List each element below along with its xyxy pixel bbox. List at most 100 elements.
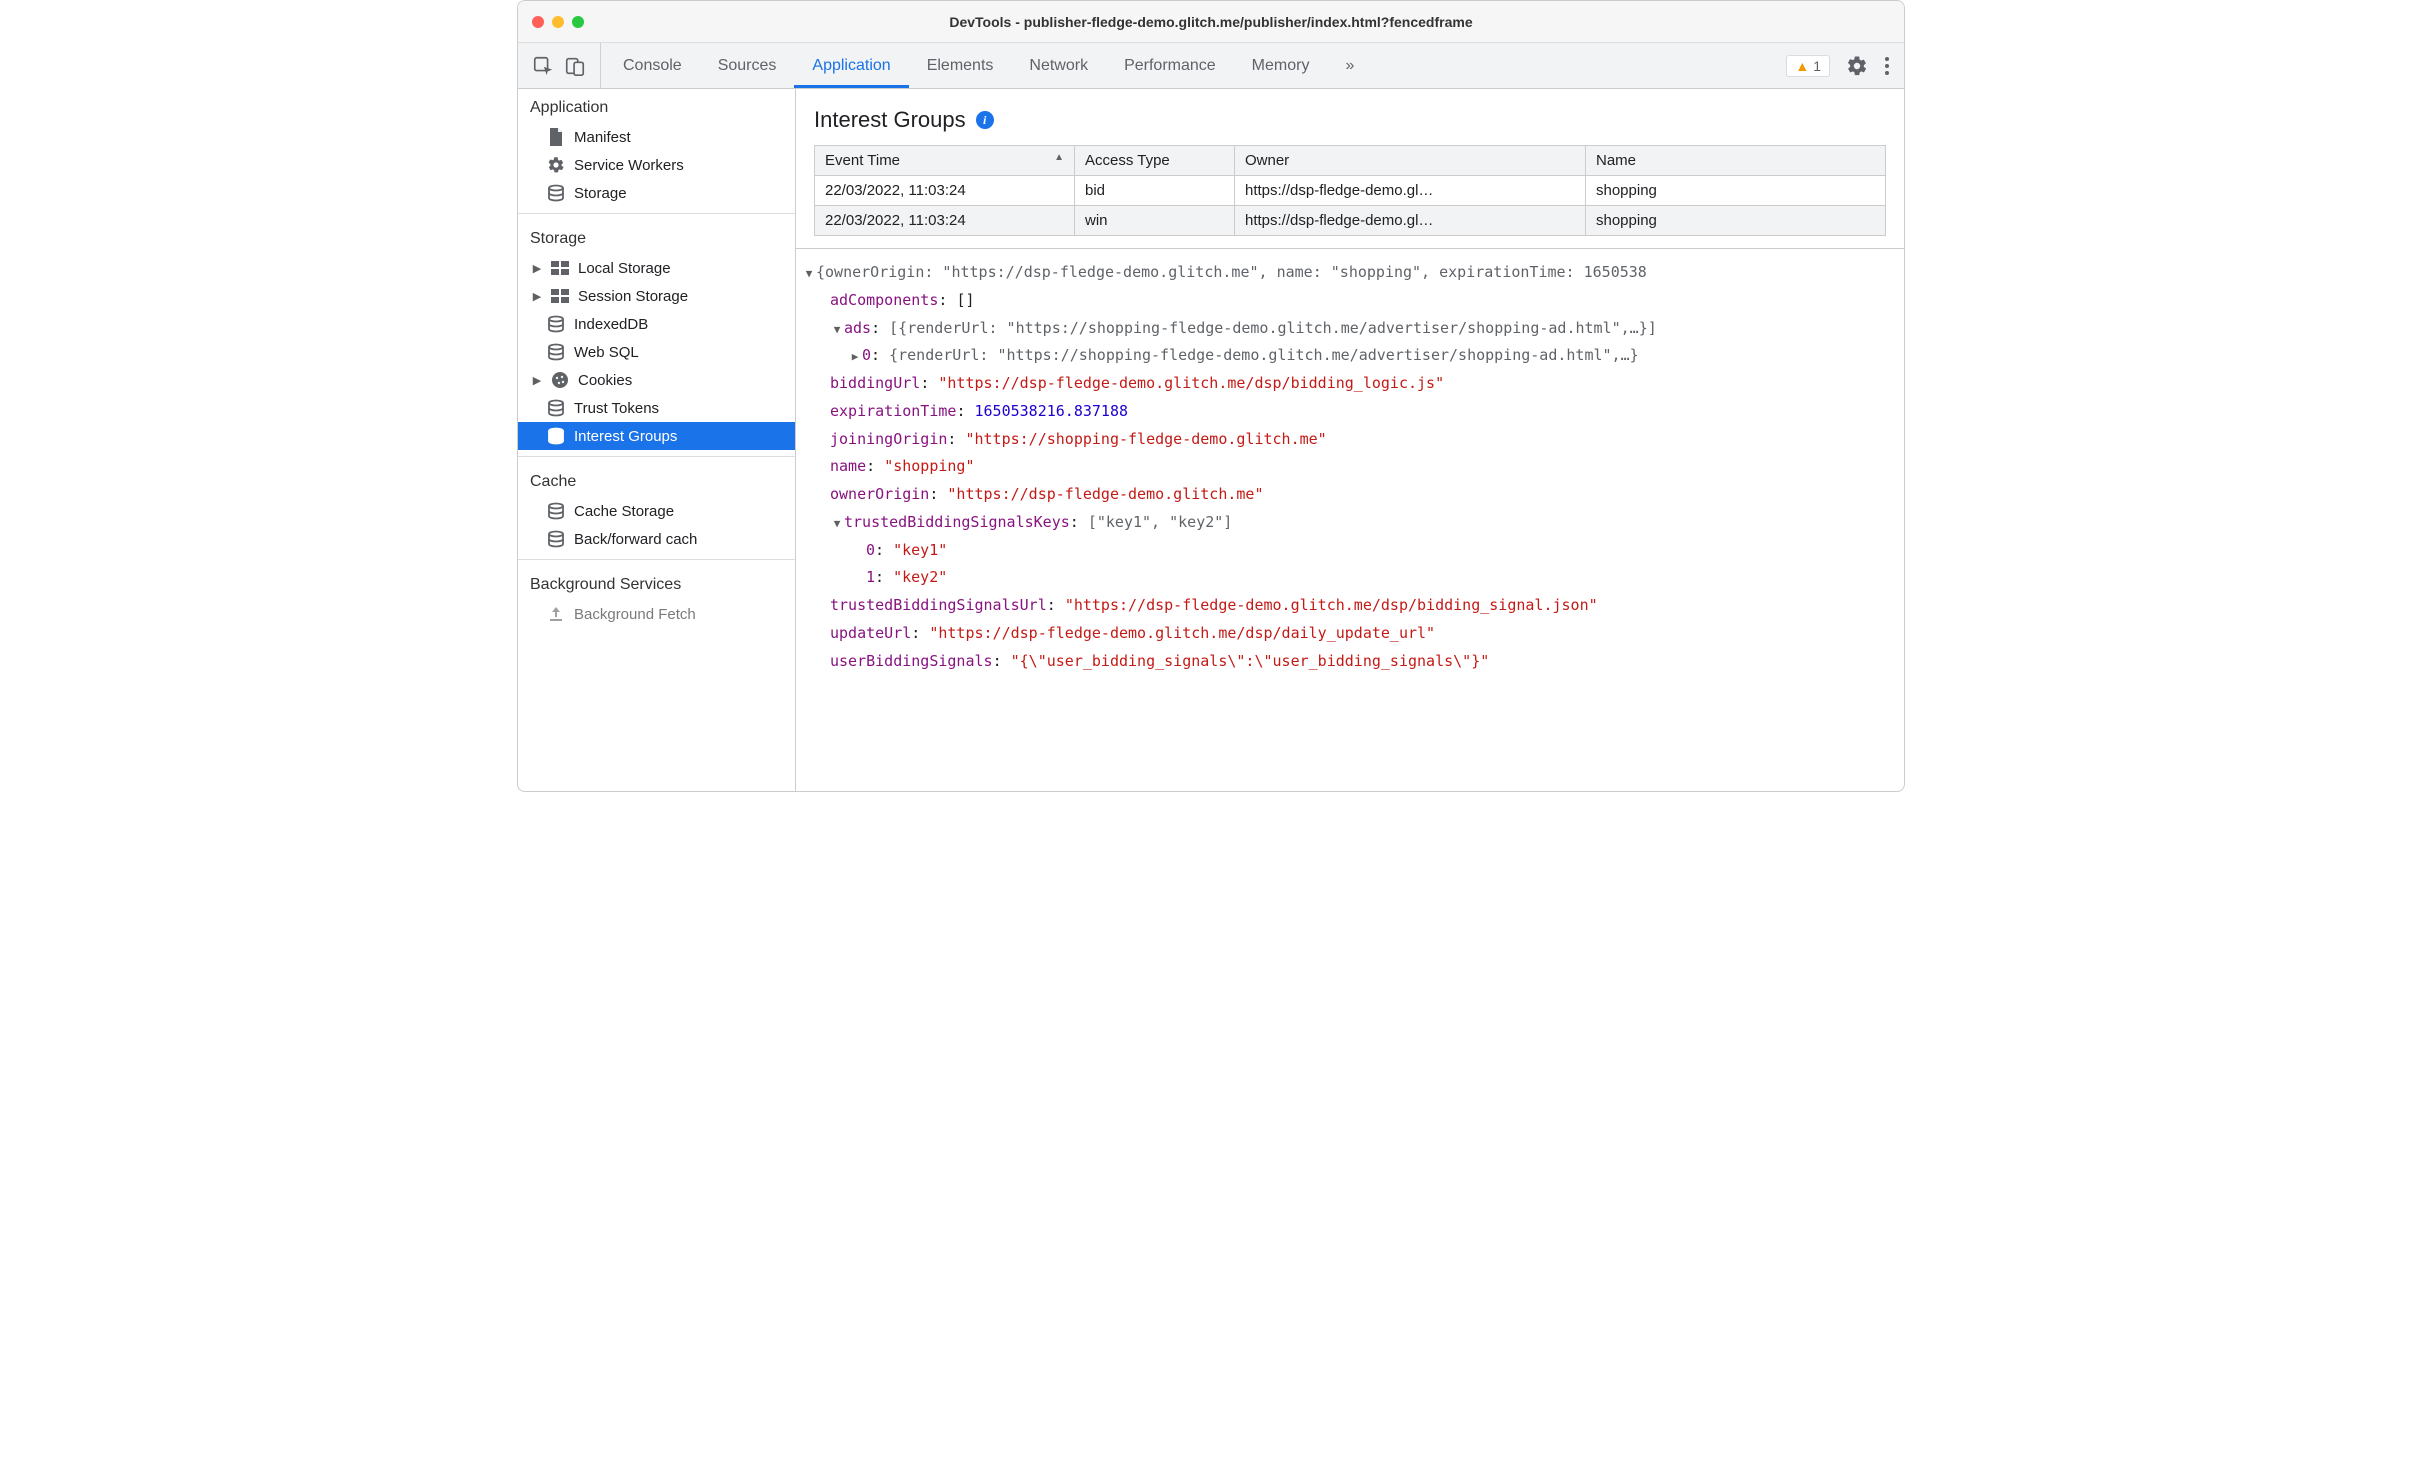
ov-prop-biddingurl[interactable]: biddingUrl: "https://dsp-fledge-demo.gli… bbox=[802, 370, 1894, 398]
caret-down-icon[interactable]: ▼ bbox=[830, 320, 844, 340]
expand-caret-icon[interactable]: ▶ bbox=[532, 262, 542, 275]
window-controls bbox=[518, 16, 584, 28]
more-menu-icon[interactable] bbox=[1884, 55, 1890, 77]
tab-network[interactable]: Network bbox=[1011, 43, 1106, 88]
sidebar-item-trust-tokens[interactable]: Trust Tokens bbox=[518, 394, 795, 422]
ov-prop-ads[interactable]: ▼ads: [{renderUrl: "https://shopping-fle… bbox=[802, 315, 1894, 343]
caret-right-icon[interactable]: ▶ bbox=[848, 347, 862, 367]
sidebar-divider bbox=[518, 456, 795, 457]
cell-name: shopping bbox=[1586, 206, 1886, 236]
main-body: Application Manifest Service Workers Sto… bbox=[518, 89, 1904, 791]
sidebar-item-indexeddb[interactable]: IndexedDB bbox=[518, 310, 795, 338]
col-access-type[interactable]: Access Type bbox=[1075, 146, 1235, 176]
sidebar-item-label: Service Workers bbox=[574, 157, 684, 174]
ov-prop-adcomponents[interactable]: adComponents: [] bbox=[802, 287, 1894, 315]
titlebar: DevTools - publisher-fledge-demo.glitch.… bbox=[518, 1, 1904, 43]
sidebar-section-application: Application bbox=[518, 89, 795, 123]
ov-prop-name[interactable]: name: "shopping" bbox=[802, 453, 1894, 481]
ov-prop-ads-0[interactable]: ▶0: {renderUrl: "https://shopping-fledge… bbox=[802, 342, 1894, 370]
sidebar-section-cache: Cache bbox=[518, 463, 795, 497]
cookie-icon bbox=[550, 370, 570, 390]
ov-prop-tbsk[interactable]: ▼trustedBiddingSignalsKeys: ["key1", "ke… bbox=[802, 509, 1894, 537]
warning-icon: ▲ bbox=[1795, 58, 1809, 74]
sidebar-section-storage: Storage bbox=[518, 220, 795, 254]
maximize-window-button[interactable] bbox=[572, 16, 584, 28]
sidebar-item-cookies[interactable]: ▶ Cookies bbox=[518, 366, 795, 394]
sidebar-item-storage[interactable]: Storage bbox=[518, 179, 795, 207]
cell-owner: https://dsp-fledge-demo.gl… bbox=[1235, 176, 1586, 206]
sidebar-item-label: Cookies bbox=[578, 372, 632, 389]
ov-prop-tbsk-1[interactable]: 1: "key2" bbox=[802, 564, 1894, 592]
sidebar-item-local-storage[interactable]: ▶ Local Storage bbox=[518, 254, 795, 282]
sidebar-item-label: Session Storage bbox=[578, 288, 688, 305]
sidebar-item-label: Background Fetch bbox=[574, 606, 696, 623]
sidebar-item-interest-groups[interactable]: Interest Groups bbox=[518, 422, 795, 450]
table-row[interactable]: 22/03/2022, 11:03:24 bid https://dsp-fle… bbox=[815, 176, 1886, 206]
tab-memory[interactable]: Memory bbox=[1234, 43, 1328, 88]
info-icon[interactable]: i bbox=[976, 111, 994, 129]
toggle-device-icon[interactable] bbox=[564, 55, 586, 77]
caret-down-icon[interactable]: ▼ bbox=[802, 264, 816, 284]
database-icon bbox=[546, 501, 566, 521]
sidebar-item-manifest[interactable]: Manifest bbox=[518, 123, 795, 151]
sidebar-item-websql[interactable]: Web SQL bbox=[518, 338, 795, 366]
devtools-window: DevTools - publisher-fledge-demo.glitch.… bbox=[517, 0, 1905, 792]
col-name[interactable]: Name bbox=[1586, 146, 1886, 176]
sidebar-item-label: Web SQL bbox=[574, 344, 639, 361]
table-icon bbox=[550, 258, 570, 278]
sidebar-item-service-workers[interactable]: Service Workers bbox=[518, 151, 795, 179]
inspect-element-icon[interactable] bbox=[532, 55, 554, 77]
col-owner[interactable]: Owner bbox=[1235, 146, 1586, 176]
cell-time: 22/03/2022, 11:03:24 bbox=[815, 176, 1075, 206]
database-icon bbox=[546, 183, 566, 203]
sidebar-item-label: IndexedDB bbox=[574, 316, 648, 333]
sidebar-divider bbox=[518, 559, 795, 560]
warnings-badge[interactable]: ▲ 1 bbox=[1786, 55, 1830, 77]
sidebar-item-bfcache[interactable]: Back/forward cach bbox=[518, 525, 795, 553]
ov-root[interactable]: ▼{ownerOrigin: "https://dsp-fledge-demo.… bbox=[802, 259, 1894, 287]
main-toolbar: Console Sources Application Elements Net… bbox=[518, 43, 1904, 89]
cell-owner: https://dsp-fledge-demo.gl… bbox=[1235, 206, 1586, 236]
more-tabs-button[interactable]: » bbox=[1327, 43, 1372, 88]
ov-prop-tbsu[interactable]: trustedBiddingSignalsUrl: "https://dsp-f… bbox=[802, 592, 1894, 620]
file-icon bbox=[546, 127, 566, 147]
object-viewer[interactable]: ▼{ownerOrigin: "https://dsp-fledge-demo.… bbox=[796, 248, 1904, 791]
ov-prop-joiningorigin[interactable]: joiningOrigin: "https://shopping-fledge-… bbox=[802, 426, 1894, 454]
sidebar-item-background-fetch[interactable]: Background Fetch bbox=[518, 600, 795, 628]
expand-caret-icon[interactable]: ▶ bbox=[532, 290, 542, 303]
settings-icon[interactable] bbox=[1846, 55, 1868, 77]
tab-sources[interactable]: Sources bbox=[700, 43, 795, 88]
tab-performance[interactable]: Performance bbox=[1106, 43, 1234, 88]
database-icon bbox=[546, 426, 566, 446]
ov-prop-tbsk-0[interactable]: 0: "key1" bbox=[802, 537, 1894, 565]
cell-time: 22/03/2022, 11:03:24 bbox=[815, 206, 1075, 236]
table-row[interactable]: 22/03/2022, 11:03:24 win https://dsp-fle… bbox=[815, 206, 1886, 236]
table-header-row: Event Time Access Type Owner Name bbox=[815, 146, 1886, 176]
col-event-time[interactable]: Event Time bbox=[815, 146, 1075, 176]
close-window-button[interactable] bbox=[532, 16, 544, 28]
toolbar-right: ▲ 1 bbox=[1786, 55, 1896, 77]
ov-prop-ownerorigin[interactable]: ownerOrigin: "https://dsp-fledge-demo.gl… bbox=[802, 481, 1894, 509]
sidebar-item-label: Manifest bbox=[574, 129, 631, 146]
tab-elements[interactable]: Elements bbox=[909, 43, 1012, 88]
minimize-window-button[interactable] bbox=[552, 16, 564, 28]
cell-name: shopping bbox=[1586, 176, 1886, 206]
interest-groups-table: Event Time Access Type Owner Name 22/03/… bbox=[796, 145, 1904, 248]
sidebar-item-label: Local Storage bbox=[578, 260, 671, 277]
sidebar-item-label: Cache Storage bbox=[574, 503, 674, 520]
cell-type: win bbox=[1075, 206, 1235, 236]
tab-application[interactable]: Application bbox=[794, 43, 908, 88]
sidebar-item-cache-storage[interactable]: Cache Storage bbox=[518, 497, 795, 525]
sidebar-item-session-storage[interactable]: ▶ Session Storage bbox=[518, 282, 795, 310]
cell-type: bid bbox=[1075, 176, 1235, 206]
application-sidebar: Application Manifest Service Workers Sto… bbox=[518, 89, 796, 791]
ov-prop-userbiddingsignals[interactable]: userBiddingSignals: "{\"user_bidding_sig… bbox=[802, 648, 1894, 676]
expand-caret-icon[interactable]: ▶ bbox=[532, 374, 542, 387]
tab-console[interactable]: Console bbox=[605, 43, 700, 88]
device-toolbar-group bbox=[526, 43, 601, 88]
database-icon bbox=[546, 398, 566, 418]
caret-down-icon[interactable]: ▼ bbox=[830, 514, 844, 534]
database-icon bbox=[546, 529, 566, 549]
ov-prop-expirationtime[interactable]: expirationTime: 1650538216.837188 bbox=[802, 398, 1894, 426]
ov-prop-updateurl[interactable]: updateUrl: "https://dsp-fledge-demo.glit… bbox=[802, 620, 1894, 648]
